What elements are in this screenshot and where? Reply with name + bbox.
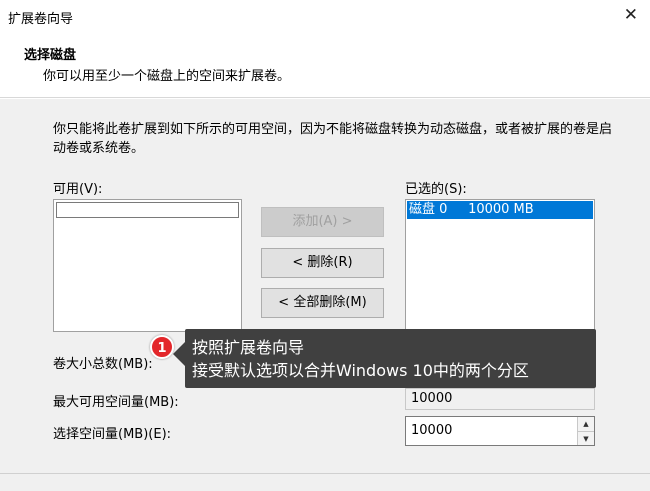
page-title: 选择磁盘 [24, 48, 77, 63]
select-space-label: 选择空间量(MB)(E): [53, 427, 172, 442]
wizard-header: 选择磁盘 你可以用至少一个磁盘上的空间来扩展卷。 [0, 32, 650, 98]
max-space-field: 10000 [405, 388, 595, 410]
remove-button[interactable]: < 删除(R) [261, 248, 384, 278]
close-icon[interactable]: ✕ [624, 5, 638, 25]
window-title: 扩展卷向导 [8, 12, 74, 27]
wizard-footer [0, 473, 650, 491]
list-item[interactable]: 磁盘 0 10000 MB [407, 201, 593, 219]
available-label: 可用(V): [53, 182, 103, 197]
stepper-up-icon[interactable]: ▲ [578, 417, 594, 431]
annotation-line-1: 按照扩展卷向导 [192, 338, 305, 357]
remove-all-button[interactable]: < 全部删除(M) [261, 288, 384, 318]
max-space-label: 最大可用空间量(MB): [53, 395, 179, 410]
annotation-pointer [173, 342, 185, 366]
total-size-label: 卷大小总数(MB): [53, 357, 153, 372]
annotation-callout: 按照扩展卷向导 接受默认选项以合并Windows 10中的两个分区 [185, 329, 596, 388]
select-space-input[interactable]: 10000 ▲ ▼ [405, 416, 595, 446]
select-space-value: 10000 [411, 423, 453, 438]
available-list[interactable] [53, 199, 242, 332]
step-badge: 1 [150, 335, 174, 359]
stepper-down-icon[interactable]: ▼ [578, 431, 594, 445]
available-list-focus-row [56, 202, 239, 218]
selected-label: 已选的(S): [405, 182, 467, 197]
add-button[interactable]: 添加(A) > [261, 207, 384, 237]
annotation-line-2: 接受默认选项以合并Windows 10中的两个分区 [192, 361, 529, 380]
title-bar: 扩展卷向导 ✕ [0, 0, 650, 32]
page-subtitle: 你可以用至少一个磁盘上的空间来扩展卷。 [43, 69, 291, 84]
selected-list[interactable]: 磁盘 0 10000 MB [405, 199, 595, 332]
wizard-body: 你只能将此卷扩展到如下所示的可用空间，因为不能将磁盘转换为动态磁盘，或者被扩展的… [0, 99, 650, 473]
quantity-stepper[interactable]: ▲ ▼ [577, 417, 594, 445]
description-text: 你只能将此卷扩展到如下所示的可用空间，因为不能将磁盘转换为动态磁盘，或者被扩展的… [53, 122, 613, 156]
